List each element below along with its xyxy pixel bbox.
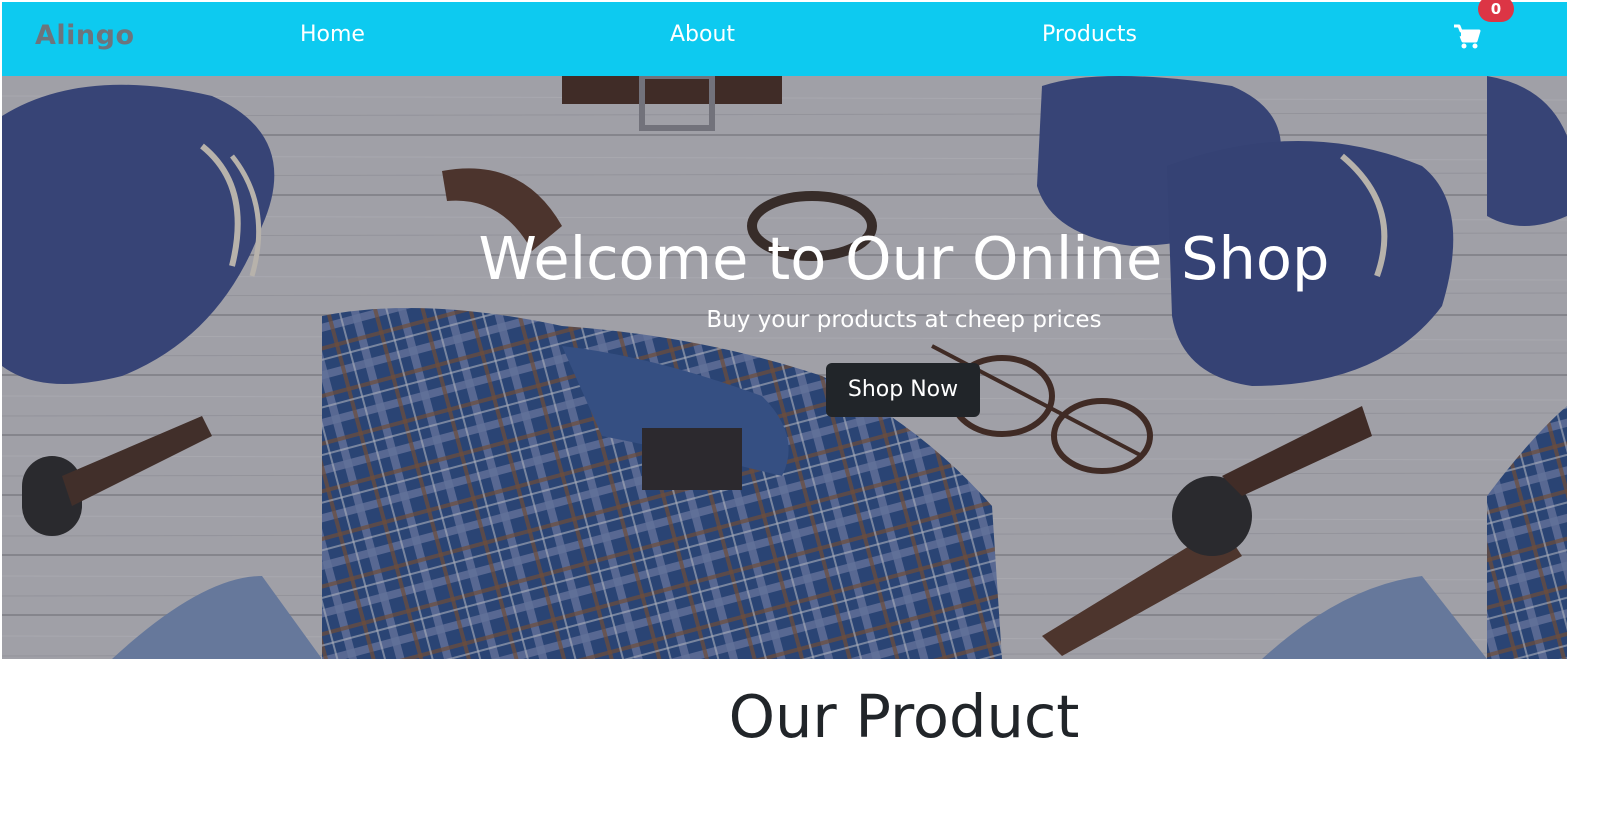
hero-overlay xyxy=(2,76,1567,659)
hero-title: Welcome to Our Online Shop xyxy=(478,224,1330,293)
hero-banner: Welcome to Our Online Shop Buy your prod… xyxy=(2,76,1567,659)
nav-link-about[interactable]: About xyxy=(670,22,735,47)
nav-link-home[interactable]: Home xyxy=(300,22,365,47)
brand-logo[interactable]: Alingo xyxy=(35,20,135,51)
page: Alingo Home About Products 0 Welcome to … xyxy=(2,0,1567,822)
cart-count-badge: 0 xyxy=(1478,0,1514,22)
cart-icon[interactable] xyxy=(1452,22,1482,52)
shop-now-button[interactable]: Shop Now xyxy=(826,363,980,417)
cart-icon-graphic xyxy=(1454,24,1481,49)
section-title-our-product: Our Product xyxy=(728,682,1080,751)
nav-link-products[interactable]: Products xyxy=(1042,22,1137,47)
hero-subtitle: Buy your products at cheep prices xyxy=(706,307,1102,333)
navbar: Alingo Home About Products 0 xyxy=(2,0,1567,76)
